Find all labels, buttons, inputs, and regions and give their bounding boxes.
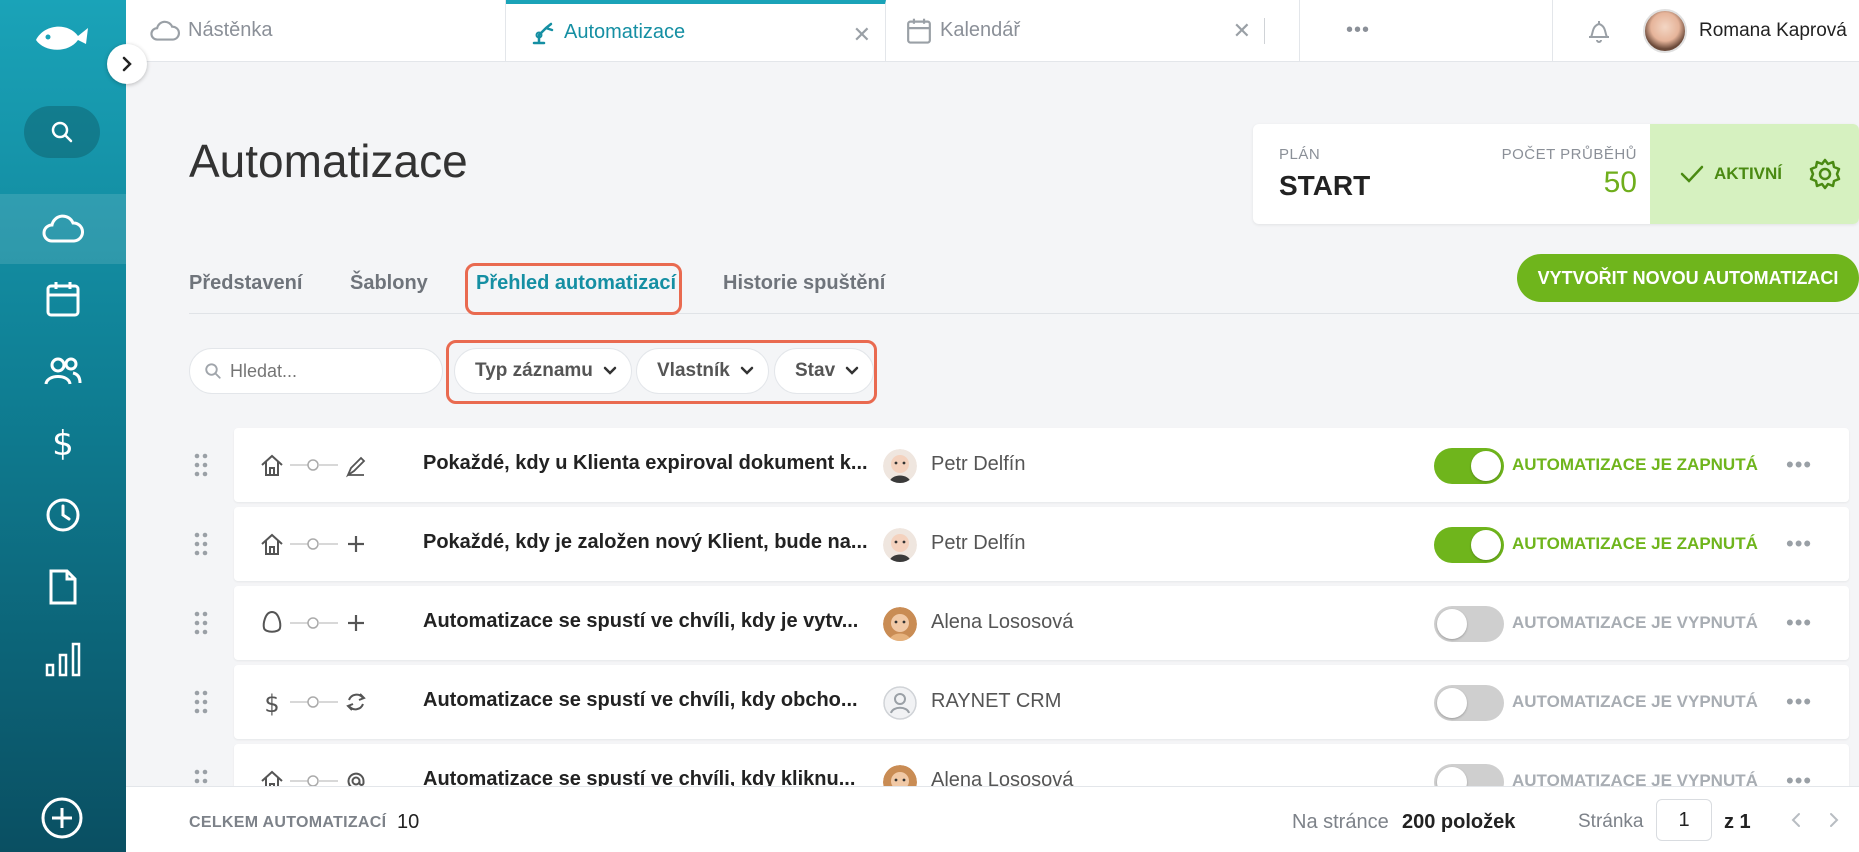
automation-title[interactable]: Automatizace se spustí ve chvíli, kdy kl… [423, 768, 855, 786]
drag-handle-icon[interactable] [194, 453, 208, 477]
automation-toggle[interactable] [1434, 606, 1504, 642]
house-icon [261, 770, 283, 786]
more-options-icon[interactable]: ••• [1786, 452, 1812, 478]
automation-title[interactable]: Pokaždé, kdy je založen nový Klient, bud… [423, 531, 868, 554]
chevron-right-icon [122, 56, 132, 72]
page-label: Stránka [1578, 811, 1644, 832]
automation-title[interactable]: Pokaždé, kdy u Klienta expiroval dokumen… [423, 452, 868, 475]
toggle-knob [1471, 530, 1501, 560]
owner-avatar [883, 686, 917, 720]
automation-title[interactable]: Automatizace se spustí ve chvíli, kdy je… [423, 610, 858, 633]
table-row[interactable]: Pokaždé, kdy u Klienta expiroval dokumen… [194, 428, 1849, 502]
next-page-button[interactable] [1816, 799, 1852, 841]
drag-handle-icon[interactable] [194, 532, 208, 556]
sidebar-expand-button[interactable] [107, 44, 147, 84]
automation-status: AUTOMATIZACE JE VYPNUTÁ [1512, 771, 1758, 786]
page-input[interactable] [1656, 799, 1712, 841]
more-options-icon[interactable]: ••• [1786, 768, 1812, 786]
flow-connector [261, 533, 364, 555]
svg-text:$: $ [264, 690, 279, 716]
automation-status: AUTOMATIZACE JE ZAPNUTÁ [1512, 455, 1758, 474]
more-options-icon[interactable]: ••• [1786, 610, 1812, 636]
drag-handle-icon[interactable] [194, 611, 208, 635]
add-icon[interactable] [40, 796, 84, 840]
table-row[interactable]: Pokaždé, kdy je založen nový Klient, bud… [194, 507, 1849, 581]
per-page-select[interactable]: 200 položek [1402, 811, 1515, 834]
egg-icon [262, 610, 282, 633]
toggle-knob [1437, 767, 1467, 786]
owner-avatar [883, 765, 917, 786]
owner-avatar [883, 607, 917, 641]
refresh-icon [346, 693, 366, 711]
more-options-icon[interactable]: ••• [1786, 531, 1812, 557]
flow-connector: $ [264, 690, 366, 716]
house-icon [261, 454, 283, 476]
flow-connector [261, 454, 366, 478]
per-page-label: Na stránce [1292, 811, 1389, 833]
owner-avatar [883, 449, 917, 483]
toggle-knob [1471, 451, 1501, 481]
owner-avatar [883, 528, 917, 562]
prev-page-button[interactable] [1778, 799, 1814, 841]
house-icon [261, 533, 283, 555]
automation-title[interactable]: Automatizace se spustí ve chvíli, kdy ob… [423, 689, 858, 712]
automation-status: AUTOMATIZACE JE VYPNUTÁ [1512, 613, 1758, 632]
more-options-icon[interactable]: ••• [1786, 689, 1812, 715]
owner-name: Alena Lososová [931, 769, 1074, 786]
chevron-right-icon [1830, 813, 1839, 827]
automation-toggle[interactable] [1434, 764, 1504, 786]
automation-status: AUTOMATIZACE JE VYPNUTÁ [1512, 692, 1758, 711]
automation-toggle[interactable] [1434, 527, 1504, 563]
owner-name: RAYNET CRM [931, 690, 1062, 712]
drag-handle-icon[interactable] [194, 769, 208, 786]
dollar-icon: $ [264, 690, 279, 716]
total-value: 10 [397, 811, 420, 833]
total-label: CELKEM AUTOMATIZACÍ [189, 814, 387, 831]
chevron-left-icon [1791, 813, 1800, 827]
plus-icon [348, 615, 364, 631]
flow-connector [261, 770, 365, 786]
automation-toggle[interactable] [1434, 448, 1504, 484]
list-footer: CELKEM AUTOMATIZACÍ 10 Na stránce 200 po… [126, 786, 1859, 852]
automation-list: Pokaždé, kdy u Klienta expiroval dokumen… [0, 0, 1859, 786]
automation-toggle[interactable] [1434, 685, 1504, 721]
owner-name: Alena Lososová [931, 611, 1074, 633]
owner-name: Petr Delfín [931, 532, 1026, 554]
plus-icon [348, 536, 364, 552]
table-row[interactable]: Automatizace se spustí ve chvíli, kdy kl… [194, 744, 1849, 786]
at-icon [347, 772, 365, 786]
automation-status: AUTOMATIZACE JE ZAPNUTÁ [1512, 534, 1758, 553]
toggle-knob [1437, 609, 1467, 639]
toggle-knob [1437, 688, 1467, 718]
owner-name: Petr Delfín [931, 453, 1026, 475]
drag-handle-icon[interactable] [194, 690, 208, 714]
page-of: z 1 [1724, 811, 1751, 833]
pen-icon [345, 456, 366, 478]
table-row[interactable]: $ Automatizace se spustí ve chvíli, kdy … [194, 665, 1849, 739]
table-row[interactable]: Automatizace se spustí ve chvíli, kdy je… [194, 586, 1849, 660]
flow-connector [262, 610, 364, 633]
